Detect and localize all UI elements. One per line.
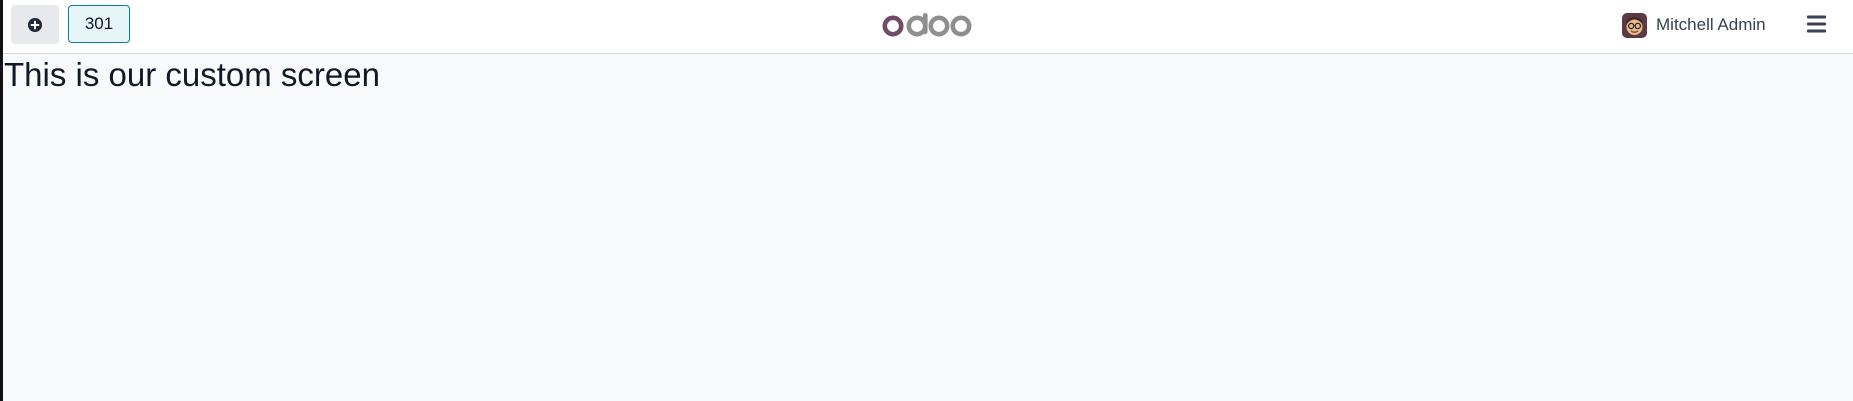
order-number-label: 301 xyxy=(84,14,114,33)
hamburger-icon[interactable] xyxy=(1805,12,1829,36)
order-number-button[interactable]: 301 xyxy=(68,5,130,43)
left-edge-border xyxy=(0,0,3,401)
odoo-logo xyxy=(882,13,972,37)
plus-circle-icon xyxy=(28,17,42,32)
user-menu[interactable]: Mitchell Admin xyxy=(1622,12,1766,38)
avatar xyxy=(1622,12,1647,38)
avatar-icon xyxy=(1622,12,1647,38)
pos-navbar: 301 Mitchell Admin xyxy=(0,0,1853,54)
new-order-button[interactable] xyxy=(11,5,59,44)
custom-screen-text: This is our custom screen xyxy=(4,56,380,93)
user-name: Mitchell Admin xyxy=(1656,15,1766,34)
